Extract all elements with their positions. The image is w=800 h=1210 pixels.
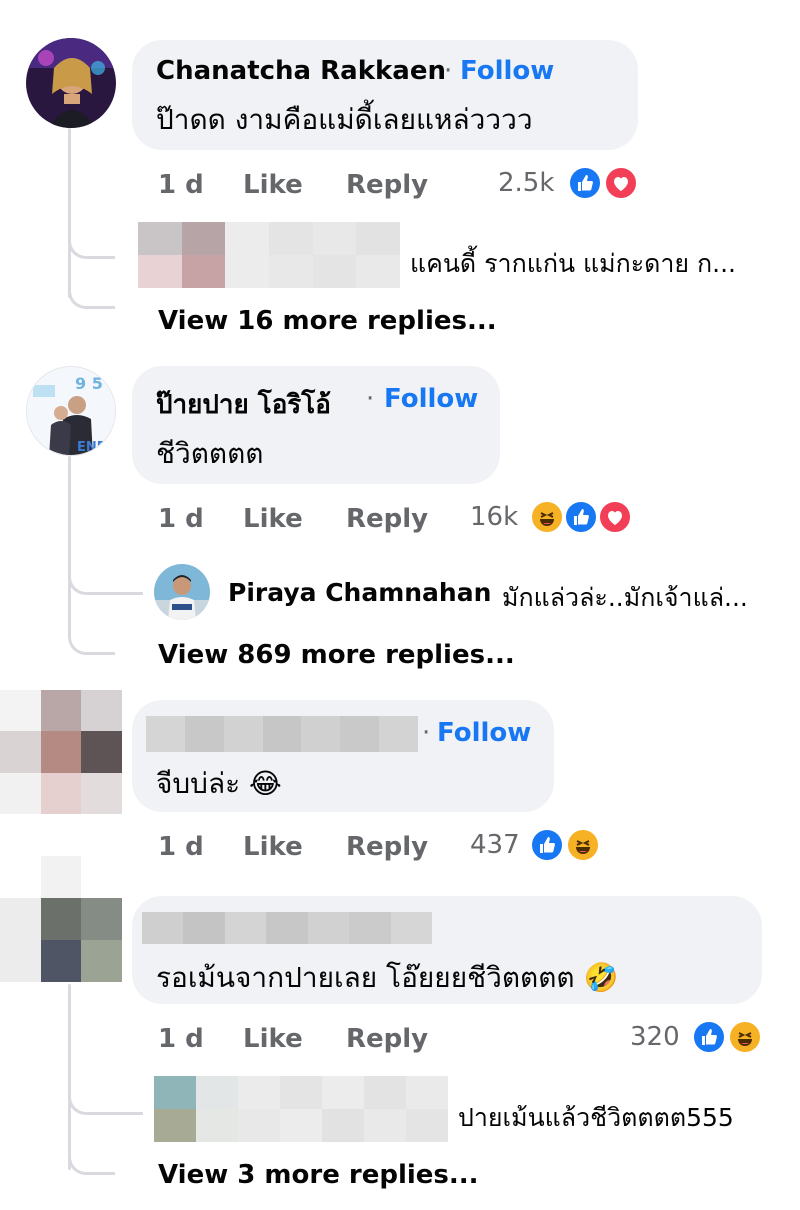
reply-preview-text[interactable]: แคนดี้ รากแก่น แม่กะดาย ก... xyxy=(410,244,736,284)
thread-curve xyxy=(68,1148,115,1175)
view-more-replies[interactable]: View 16 more replies... xyxy=(158,306,497,336)
like-button[interactable]: Like xyxy=(243,170,303,200)
love-reaction-icon[interactable] xyxy=(604,166,638,200)
comment-text: รอเม้นจากปายเลย โอ๊ยยยชีวิตตตต 🤣 xyxy=(156,961,619,994)
thread-curve xyxy=(68,628,115,655)
like-button[interactable]: Like xyxy=(243,832,303,862)
blurred-commenter-name xyxy=(142,912,432,944)
comment-time[interactable]: 1 d xyxy=(158,170,204,200)
comment-time[interactable]: 1 d xyxy=(158,1024,204,1054)
follow-button[interactable]: Follow xyxy=(384,384,478,414)
love-reaction-icon[interactable] xyxy=(598,500,632,534)
reply-preview-text[interactable]: มักแล่วล่ะ..มักเจ้าแล่... xyxy=(502,578,748,618)
haha-reaction-icon[interactable] xyxy=(566,828,600,862)
svg-text:ENP: ENP xyxy=(77,440,106,455)
thread-line xyxy=(68,984,71,1170)
like-button[interactable]: Like xyxy=(243,1024,303,1054)
haha-reaction-icon[interactable] xyxy=(530,500,564,534)
comment-text: ป๊าดด งามคือแม่ดี้เลยแหล่วววว xyxy=(156,103,533,136)
commenter-name[interactable]: ป๊ายปาย โอริโอ้ xyxy=(156,384,331,425)
like-reaction-icon[interactable] xyxy=(530,828,564,862)
separator-dot: · xyxy=(444,56,453,86)
avatar[interactable] xyxy=(26,38,116,128)
thread-curve xyxy=(68,232,115,259)
reaction-count[interactable]: 437 xyxy=(470,830,520,860)
blurred-commenter-name xyxy=(146,716,418,752)
comment-text: จีบบ่ล่ะ 😂 xyxy=(156,767,282,800)
reaction-count[interactable]: 320 xyxy=(630,1022,680,1052)
thread-curve xyxy=(68,1088,143,1115)
reply-author-name[interactable]: Piraya Chamnahan xyxy=(228,578,491,607)
thread-line xyxy=(68,456,71,634)
reply-button[interactable]: Reply xyxy=(346,170,428,200)
reply-preview-text[interactable]: ปายเม้นแล้วชีวิตตตต555 xyxy=(458,1098,734,1138)
thread-curve xyxy=(68,568,143,595)
comment-text: ชีวิตตตต xyxy=(156,437,264,470)
reply-button[interactable]: Reply xyxy=(346,832,428,862)
reply-button[interactable]: Reply xyxy=(346,504,428,534)
separator-dot: · xyxy=(366,384,375,414)
svg-text:9 5: 9 5 xyxy=(75,374,103,393)
reaction-count[interactable]: 16k xyxy=(470,502,518,532)
like-reaction-icon[interactable] xyxy=(568,166,602,200)
view-more-replies[interactable]: View 3 more replies... xyxy=(158,1160,479,1190)
haha-reaction-icon[interactable] xyxy=(728,1020,762,1054)
thread-curve xyxy=(68,282,115,309)
like-reaction-icon[interactable] xyxy=(564,500,598,534)
separator-dot: · xyxy=(422,718,431,748)
blurred-avatar xyxy=(0,690,122,814)
commenter-name[interactable]: Chanatcha Rakkaen xyxy=(156,56,446,86)
reply-button[interactable]: Reply xyxy=(346,1024,428,1054)
avatar[interactable]: 9 5 ENP xyxy=(26,366,116,456)
like-button[interactable]: Like xyxy=(243,504,303,534)
reaction-count[interactable]: 2.5k xyxy=(498,168,554,198)
follow-button[interactable]: Follow xyxy=(437,718,531,748)
comment-time[interactable]: 1 d xyxy=(158,832,204,862)
blurred-reply-author xyxy=(154,1076,448,1142)
blurred-avatar xyxy=(0,856,122,982)
follow-button[interactable]: Follow xyxy=(460,56,554,86)
reply-author-avatar[interactable] xyxy=(154,564,210,620)
blurred-reply-author xyxy=(138,222,400,288)
thread-line xyxy=(68,128,71,298)
like-reaction-icon[interactable] xyxy=(692,1020,726,1054)
view-more-replies[interactable]: View 869 more replies... xyxy=(158,640,515,670)
comment-time[interactable]: 1 d xyxy=(158,504,204,534)
